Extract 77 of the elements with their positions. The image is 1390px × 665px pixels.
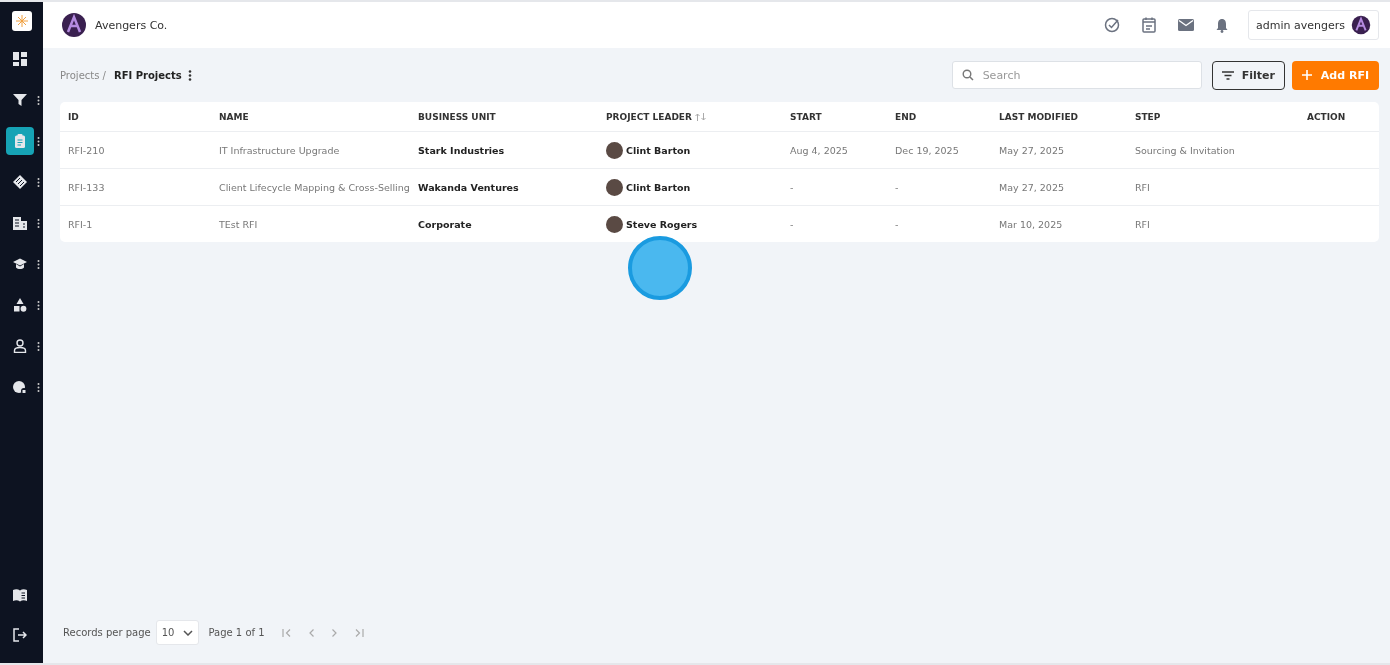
column-header: NAME <box>219 111 249 122</box>
start-date: - <box>790 181 794 193</box>
per-page-select[interactable]: 10 <box>155 620 200 645</box>
records-per-page-label: Records per page <box>63 627 151 638</box>
record-id: RFI-210 <box>68 144 105 156</box>
end-date: - <box>895 218 899 230</box>
calendar-icon[interactable] <box>1142 17 1157 33</box>
more-options-icon[interactable] <box>187 69 192 81</box>
mail-icon[interactable] <box>1178 19 1195 31</box>
user-avatar-icon <box>1351 15 1371 35</box>
more-options-icon[interactable] <box>37 341 40 351</box>
column-header: START <box>790 111 822 122</box>
search-field[interactable]: Search <box>951 61 1202 89</box>
filter-button[interactable]: Filter <box>1211 60 1285 90</box>
person-icon <box>13 339 27 353</box>
notification-bell-icon[interactable] <box>1216 17 1229 33</box>
column-header: STEP <box>1135 111 1161 122</box>
project-step: Sourcing & Invitation <box>1135 144 1235 156</box>
column-header: END <box>895 111 917 122</box>
company-logo-icon <box>61 12 87 38</box>
record-id: RFI-133 <box>68 181 105 193</box>
column-header: ID <box>68 111 79 122</box>
book-icon <box>13 588 27 602</box>
project-step: RFI <box>1135 181 1150 193</box>
project-name: TEst RFI <box>219 218 258 230</box>
end-date: - <box>895 181 899 193</box>
last-modified-date: May 27, 2025 <box>999 181 1064 193</box>
end-date: Dec 19, 2025 <box>895 144 959 156</box>
company-name: Avengers Co. <box>95 18 168 32</box>
search-icon <box>961 69 974 81</box>
start-date: - <box>790 218 794 230</box>
building-icon <box>13 216 27 230</box>
project-name: IT Infrastructure Upgrade <box>219 144 340 156</box>
business-unit: Corporate <box>418 218 472 230</box>
logout-icon <box>13 628 27 642</box>
filter-lines-icon <box>1221 70 1234 80</box>
last-modified-date: Mar 10, 2025 <box>999 218 1063 230</box>
click-indicator <box>628 236 692 300</box>
plus-icon <box>1301 70 1312 80</box>
avatar <box>606 215 623 233</box>
user-menu-button[interactable]: admin avengers <box>1248 10 1379 40</box>
more-options-icon[interactable] <box>37 259 40 269</box>
more-options-icon[interactable] <box>37 300 40 310</box>
column-header: ACTION <box>1307 111 1346 122</box>
app-logo-icon <box>11 11 32 31</box>
more-options-icon[interactable] <box>37 136 40 146</box>
column-header: LAST MODIFIED <box>999 111 1078 122</box>
shapes-icon <box>13 298 27 312</box>
more-options-icon[interactable] <box>37 218 40 228</box>
project-leader: Clint Barton <box>626 144 691 156</box>
business-unit: Wakanda Ventures <box>418 181 519 193</box>
project-step: RFI <box>1135 218 1150 230</box>
start-date: Aug 4, 2025 <box>790 144 848 156</box>
check-circle-icon[interactable] <box>1104 17 1121 33</box>
diamond-icon <box>13 175 27 189</box>
dashboard-icon <box>13 52 27 66</box>
funnel-icon <box>13 93 27 107</box>
globe-badge-icon <box>13 380 27 394</box>
clipboard-icon <box>13 134 27 148</box>
column-header: BUSINESS UNIT <box>418 111 496 122</box>
breadcrumb-link[interactable]: Projects / <box>60 69 106 81</box>
graduation-cap-icon <box>13 257 27 271</box>
avatar <box>606 141 623 159</box>
project-name: Client Lifecycle Mapping & Cross-Selling <box>219 181 410 193</box>
more-options-icon[interactable] <box>37 177 40 187</box>
more-options-icon[interactable] <box>37 95 40 105</box>
chevron-down-icon <box>183 629 194 636</box>
project-leader: Steve Rogers <box>626 218 698 230</box>
more-options-icon[interactable] <box>37 382 40 392</box>
business-unit: Stark Industries <box>418 144 505 156</box>
avatar <box>606 178 623 196</box>
page-indicator: Page 1 of 1 <box>208 627 265 638</box>
project-leader: Clint Barton <box>626 181 691 193</box>
breadcrumb-current: RFI Projects <box>114 69 182 81</box>
record-id: RFI-1 <box>68 218 93 230</box>
column-header[interactable]: PROJECT LEADER <box>606 111 692 122</box>
last-modified-date: May 27, 2025 <box>999 144 1064 156</box>
